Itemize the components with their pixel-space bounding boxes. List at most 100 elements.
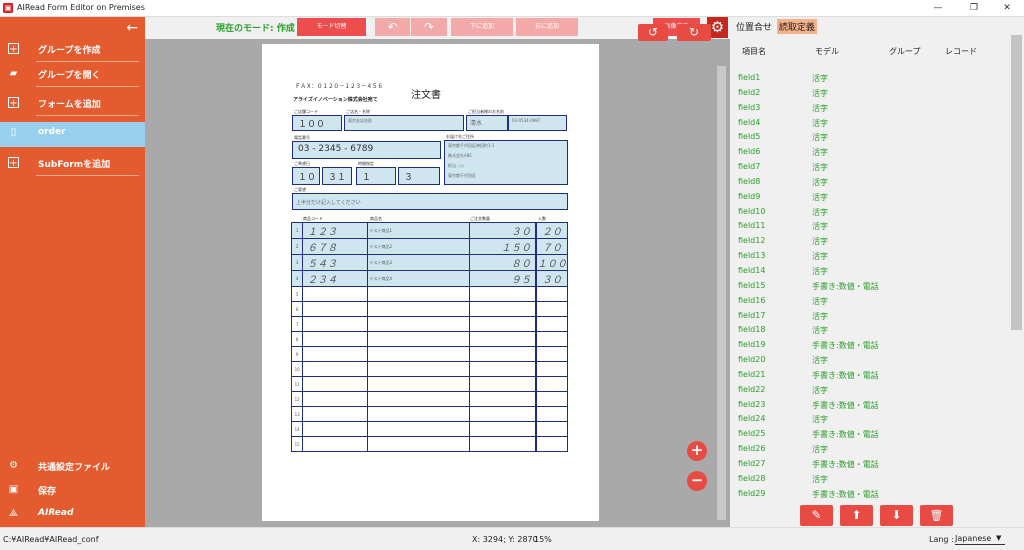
cell-unit[interactable]	[536, 301, 568, 317]
list-item[interactable]: field5 活字	[730, 130, 1012, 145]
cell-code[interactable]: ５４３	[302, 254, 368, 271]
cell-product[interactable]	[366, 301, 470, 317]
cell-qty[interactable]	[468, 406, 537, 422]
cell-product[interactable]: テスト商品1	[366, 222, 470, 239]
list-item[interactable]: field17 活字	[730, 309, 1012, 324]
add-below-button[interactable]: 下に追加	[451, 18, 513, 36]
mode-switch-button[interactable]: モード切替	[297, 18, 366, 36]
list-item[interactable]: field3 活字	[730, 101, 1012, 116]
list-item[interactable]: field27 手書き:数値・電話	[730, 457, 1012, 472]
list-item[interactable]: field18 活字	[730, 323, 1012, 338]
zoom-out-button[interactable]: −	[687, 471, 707, 491]
list-item[interactable]: field12 活字	[730, 234, 1012, 249]
cell-code[interactable]	[302, 301, 368, 317]
sidebar-item-airead[interactable]: ⟁ AIRead	[0, 503, 145, 527]
zoom-in-button[interactable]: +	[687, 441, 707, 461]
undo-button[interactable]: ↶	[375, 18, 410, 36]
list-item[interactable]: field1 活字	[730, 71, 1012, 86]
list-item[interactable]: field10 活字	[730, 205, 1012, 220]
list-item[interactable]: field21 手書き:数値・電話	[730, 368, 1012, 383]
list-item[interactable]: field4 活字	[730, 116, 1012, 131]
order-table[interactable]: 1 １２３ テスト商品1 ３０ 2 ６７８ テスト商品2 １５０ 3 ５４３ テスト商品3 ８０ 4 ２３…	[290, 222, 537, 452]
cell-qty[interactable]	[468, 376, 537, 392]
cell-code[interactable]	[302, 406, 368, 422]
cell-code[interactable]	[302, 331, 368, 347]
list-item[interactable]: field28 活字	[730, 472, 1012, 487]
cell-product[interactable]	[366, 346, 470, 362]
sidebar-item-add-form[interactable]: + フォームを追加	[0, 92, 145, 116]
cell-product[interactable]	[366, 286, 470, 302]
cell-unit[interactable]	[536, 421, 568, 437]
cell-qty[interactable]	[468, 361, 537, 377]
cell-product[interactable]	[366, 331, 470, 347]
list-item[interactable]: field11 活字	[730, 219, 1012, 234]
sidebar-item-open-group[interactable]: ▰ グループを開く	[0, 63, 145, 87]
cell-qty[interactable]: ８０	[468, 254, 537, 271]
cell-product[interactable]	[366, 376, 470, 392]
cell-unit[interactable]	[536, 391, 568, 407]
tab-alignment[interactable]: 位置合せ	[734, 19, 774, 34]
list-item[interactable]: field15 手書き:数値・電話	[730, 279, 1012, 294]
edit-button[interactable]: ✎	[800, 505, 833, 526]
cell-code[interactable]	[302, 346, 368, 362]
cell-code[interactable]	[302, 391, 368, 407]
cell-product[interactable]: テスト商品2	[366, 238, 470, 255]
list-item[interactable]: field19 手書き:数値・電話	[730, 338, 1012, 353]
list-item[interactable]: field9 活字	[730, 190, 1012, 205]
sidebar-item-save[interactable]: ▣ 保存	[0, 479, 145, 503]
field-date-month[interactable]: ご希望日 １０	[292, 161, 320, 185]
cell-code[interactable]	[302, 361, 368, 377]
unit-table[interactable]: ２０ ７０ １００ ３０	[536, 222, 568, 452]
list-item[interactable]: field2 活字	[730, 86, 1012, 101]
cell-code[interactable]	[302, 376, 368, 392]
restore-button[interactable]: ❐	[960, 0, 988, 17]
cell-qty[interactable]: ３０	[468, 222, 537, 239]
rotate-right-button[interactable]: ↻	[677, 24, 711, 41]
field-store-name[interactable]: ご店名・名称 東京支店名前	[344, 109, 464, 131]
add-right-button[interactable]: 右に追加	[516, 18, 578, 36]
rotate-left-button[interactable]: ↺	[638, 24, 668, 41]
field-date-day[interactable]: ３１	[322, 167, 352, 185]
cell-code[interactable]	[302, 316, 368, 332]
field-address[interactable]: お届け先ご住所 東京都千代田区神田町1-1 株式会社ABC 担当 ○○ 東京都千…	[444, 134, 568, 185]
cell-code[interactable]	[302, 436, 368, 452]
cell-code[interactable]	[302, 421, 368, 437]
cell-unit[interactable]: ７０	[536, 238, 568, 255]
cell-unit[interactable]	[536, 376, 568, 392]
list-item[interactable]: field24 活字	[730, 412, 1012, 427]
cell-unit[interactable]	[536, 361, 568, 377]
list-item[interactable]: field16 活字	[730, 294, 1012, 309]
list-item[interactable]: field14 活字	[730, 264, 1012, 279]
list-item[interactable]: field26 活字	[730, 442, 1012, 457]
cell-qty[interactable]: １５０	[468, 238, 537, 255]
cell-code[interactable]	[302, 286, 368, 302]
sidebar-item-common-settings[interactable]: ⚙ 共通設定ファイル	[0, 455, 145, 479]
list-item[interactable]: field7 活字	[730, 160, 1012, 175]
list-item[interactable]: field6 活字	[730, 145, 1012, 160]
cell-unit[interactable]: ３０	[536, 270, 568, 287]
list-item[interactable]: field13 活字	[730, 249, 1012, 264]
sidebar-item-add-subform[interactable]: + SubFormを追加	[0, 152, 145, 176]
move-down-button[interactable]: ⬇	[880, 505, 913, 526]
close-button[interactable]: ✕	[993, 0, 1021, 17]
cell-unit[interactable]	[536, 406, 568, 422]
cell-qty[interactable]	[468, 391, 537, 407]
field-store-code[interactable]: ご店舗コード １００	[292, 109, 342, 131]
move-up-button[interactable]: ⬆	[840, 505, 873, 526]
cell-product[interactable]	[366, 316, 470, 332]
list-item[interactable]: field20 活字	[730, 353, 1012, 368]
minimize-button[interactable]: —	[924, 0, 952, 17]
field-person[interactable]: ご担当者様のお名前 清水	[466, 109, 508, 131]
cell-qty[interactable]	[468, 436, 537, 452]
delete-button[interactable]: 🗑	[920, 505, 953, 526]
cell-code[interactable]: １２３	[302, 222, 368, 239]
cell-product[interactable]: テスト商品4	[366, 270, 470, 287]
cell-unit[interactable]	[536, 436, 568, 452]
redo-button[interactable]: ↷	[411, 18, 447, 36]
back-arrow-icon[interactable]: ←	[126, 20, 138, 36]
cell-product[interactable]	[366, 391, 470, 407]
cell-qty[interactable]	[468, 421, 537, 437]
cell-qty[interactable]	[468, 316, 537, 332]
canvas-scrollbar[interactable]	[717, 66, 726, 520]
cell-qty[interactable]	[468, 286, 537, 302]
